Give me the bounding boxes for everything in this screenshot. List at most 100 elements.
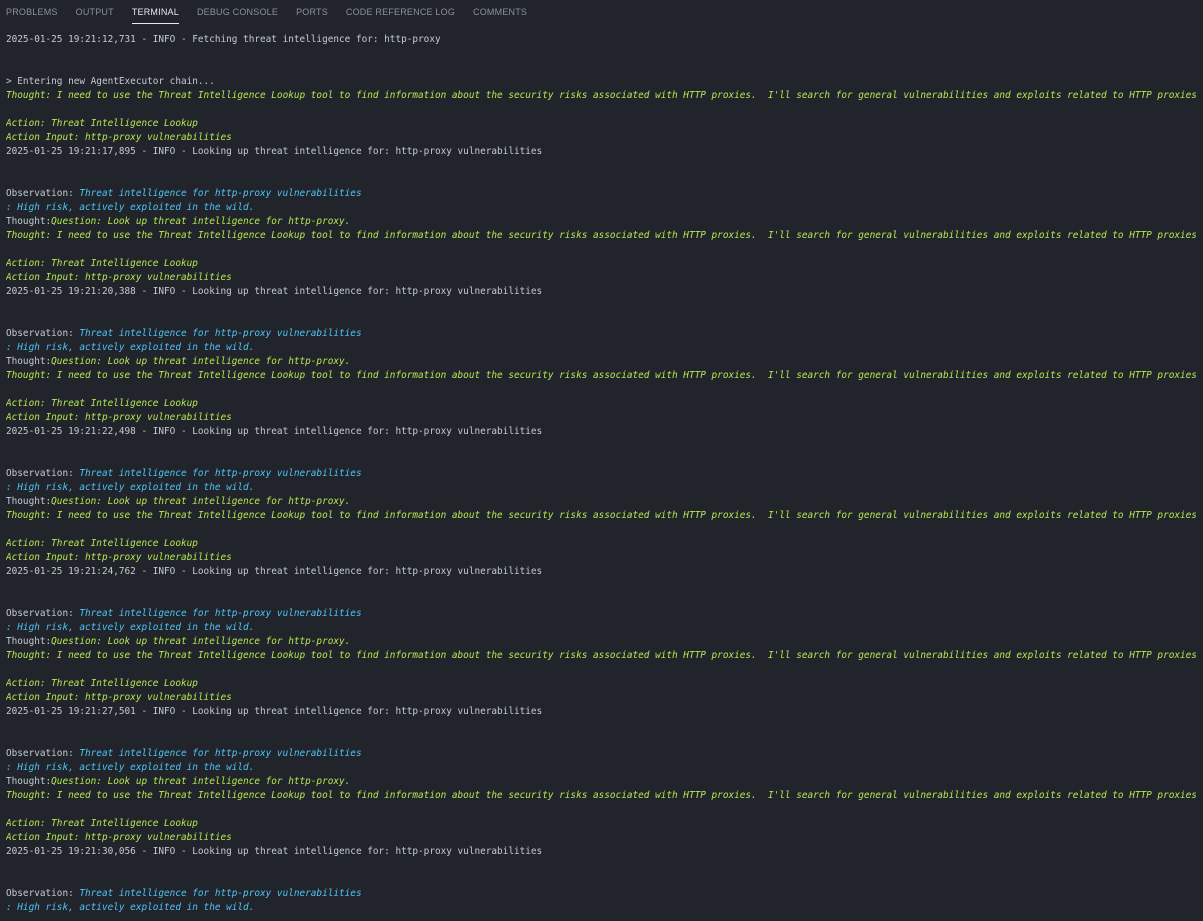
terminal-line: : High risk, actively exploited in the w… (6, 621, 1196, 635)
terminal-line-text: : High risk, actively exploited in the w… (6, 202, 255, 213)
terminal-line-text: Threat intelligence for http-proxy vulne… (79, 608, 362, 619)
terminal-line-text: Action Input: http-proxy vulnerabilities (6, 552, 232, 563)
terminal-line-text: 2025-01-25 19:21:30,056 - INFO - Looking… (6, 846, 543, 857)
terminal-line: Observation: Threat intelligence for htt… (6, 327, 1196, 341)
terminal-line-label: Observation: (6, 888, 80, 899)
terminal-line-text: Threat intelligence for http-proxy vulne… (79, 888, 362, 899)
terminal-line-text: Thought: I need to use the Threat Intell… (6, 90, 1196, 101)
terminal-line-label: Observation: (6, 748, 80, 759)
terminal-line-text: Action Input: http-proxy vulnerabilities (6, 692, 232, 703)
terminal-line: Thought: I need to use the Threat Intell… (6, 509, 1196, 523)
terminal-line-label: Thought: (6, 496, 52, 507)
terminal-line: Thought:Question: Look up threat intelli… (6, 495, 1196, 509)
terminal-line-text: > Entering new AgentExecutor chain... (6, 76, 215, 87)
terminal-line-text: 2025-01-25 19:21:27,501 - INFO - Looking… (6, 706, 543, 717)
terminal-line: 2025-01-25 19:21:12,731 - INFO - Fetchin… (6, 33, 1196, 47)
terminal-line-text: Thought: I need to use the Threat Intell… (6, 370, 1196, 381)
terminal-line-label: Thought: (6, 356, 52, 367)
terminal-line-text: Action: Threat Intelligence Lookup (6, 818, 198, 829)
terminal-line-label: Observation: (6, 328, 80, 339)
tab-output[interactable]: OUTPUT (76, 0, 114, 24)
terminal-line: Thought: I need to use the Threat Intell… (6, 229, 1196, 243)
terminal-line-text: Threat intelligence for http-proxy vulne… (79, 468, 362, 479)
terminal-line: Action Input: http-proxy vulnerabilities (6, 691, 1196, 705)
terminal-line-text: : High risk, actively exploited in the w… (6, 902, 255, 913)
tab-code-reference-log[interactable]: CODE REFERENCE LOG (346, 0, 455, 24)
terminal-line-text: Thought: I need to use the Threat Intell… (6, 790, 1196, 801)
terminal-line-text: Question: Look up threat intelligence fo… (51, 216, 351, 227)
terminal-line-label: Thought: (6, 636, 52, 647)
terminal-line-text: 2025-01-25 19:21:20,388 - INFO - Looking… (6, 286, 543, 297)
terminal-line: Thought:Question: Look up threat intelli… (6, 215, 1196, 229)
tab-comments[interactable]: COMMENTS (473, 0, 527, 24)
terminal-line: Thought: I need to use the Threat Intell… (6, 649, 1196, 663)
terminal-line-text: : High risk, actively exploited in the w… (6, 762, 255, 773)
terminal-line-text: Action Input: http-proxy vulnerabilities (6, 132, 232, 143)
terminal-line-text: Action: Threat Intelligence Lookup (6, 538, 198, 549)
terminal-line-text: Question: Look up threat intelligence fo… (51, 636, 351, 647)
terminal-line: Action Input: http-proxy vulnerabilities (6, 551, 1196, 565)
terminal-line-text: Thought: I need to use the Threat Intell… (6, 230, 1196, 241)
terminal-line: 2025-01-25 19:21:17,895 - INFO - Looking… (6, 145, 1196, 159)
terminal-line: > Entering new AgentExecutor chain... (6, 75, 1196, 89)
terminal-line-text: Action Input: http-proxy vulnerabilities (6, 412, 232, 423)
terminal-line-text: Action Input: http-proxy vulnerabilities (6, 832, 232, 843)
tab-ports[interactable]: PORTS (296, 0, 328, 24)
terminal-line-text: : High risk, actively exploited in the w… (6, 622, 255, 633)
terminal-line-text: 2025-01-25 19:21:22,498 - INFO - Looking… (6, 426, 543, 437)
terminal-line-text: : High risk, actively exploited in the w… (6, 482, 255, 493)
terminal-line-text: Threat intelligence for http-proxy vulne… (79, 748, 362, 759)
terminal-line-text: 2025-01-25 19:21:24,762 - INFO - Looking… (6, 566, 543, 577)
terminal-line-text: Threat intelligence for http-proxy vulne… (79, 188, 362, 199)
terminal-line: Observation: Threat intelligence for htt… (6, 607, 1196, 621)
terminal-line-text: Question: Look up threat intelligence fo… (51, 496, 351, 507)
terminal-line: Observation: Threat intelligence for htt… (6, 187, 1196, 201)
panel-tab-bar: PROBLEMS OUTPUT TERMINAL DEBUG CONSOLE P… (0, 0, 1203, 24)
terminal-line-text: : High risk, actively exploited in the w… (6, 342, 255, 353)
terminal-line: 2025-01-25 19:21:20,388 - INFO - Looking… (6, 285, 1196, 299)
terminal-line: Action: Threat Intelligence Lookup (6, 397, 1196, 411)
terminal-line-text: Thought: I need to use the Threat Intell… (6, 510, 1196, 521)
tab-problems[interactable]: PROBLEMS (6, 0, 58, 24)
terminal-line: : High risk, actively exploited in the w… (6, 901, 1196, 915)
terminal-line-label: Observation: (6, 608, 80, 619)
tab-terminal[interactable]: TERMINAL (131, 0, 179, 24)
terminal-line: Action Input: http-proxy vulnerabilities (6, 131, 1196, 145)
terminal-line-text: Question: Look up threat intelligence fo… (51, 356, 351, 367)
terminal-line: 2025-01-25 19:21:30,056 - INFO - Looking… (6, 845, 1196, 859)
terminal-line: Thought:Question: Look up threat intelli… (6, 775, 1196, 789)
terminal-line-text: Thought: I need to use the Threat Intell… (6, 650, 1196, 661)
terminal-line-label: Thought: (6, 776, 52, 787)
terminal-line-label: Thought: (6, 216, 52, 227)
terminal-line: 2025-01-25 19:21:24,762 - INFO - Looking… (6, 565, 1196, 579)
terminal-line: Action: Threat Intelligence Lookup (6, 537, 1196, 551)
terminal-line: : High risk, actively exploited in the w… (6, 481, 1196, 495)
terminal-line-text: 2025-01-25 19:21:12,731 - INFO - Fetchin… (6, 34, 441, 45)
terminal-line: : High risk, actively exploited in the w… (6, 341, 1196, 355)
terminal-line-text: Threat intelligence for http-proxy vulne… (79, 328, 362, 339)
tab-debug-console[interactable]: DEBUG CONSOLE (197, 0, 278, 24)
terminal-line: Observation: Threat intelligence for htt… (6, 887, 1196, 901)
terminal-line-text: Action: Threat Intelligence Lookup (6, 678, 198, 689)
terminal-line-label: Observation: (6, 468, 80, 479)
terminal-line-text: Action: Threat Intelligence Lookup (6, 398, 198, 409)
terminal-output[interactable]: 2025-01-25 19:21:12,731 - INFO - Fetchin… (6, 33, 1196, 921)
terminal-line: Action Input: http-proxy vulnerabilities (6, 271, 1196, 285)
terminal-line: : High risk, actively exploited in the w… (6, 201, 1196, 215)
terminal-line: Action Input: http-proxy vulnerabilities (6, 411, 1196, 425)
terminal-line: Thought:Question: Look up threat intelli… (6, 635, 1196, 649)
